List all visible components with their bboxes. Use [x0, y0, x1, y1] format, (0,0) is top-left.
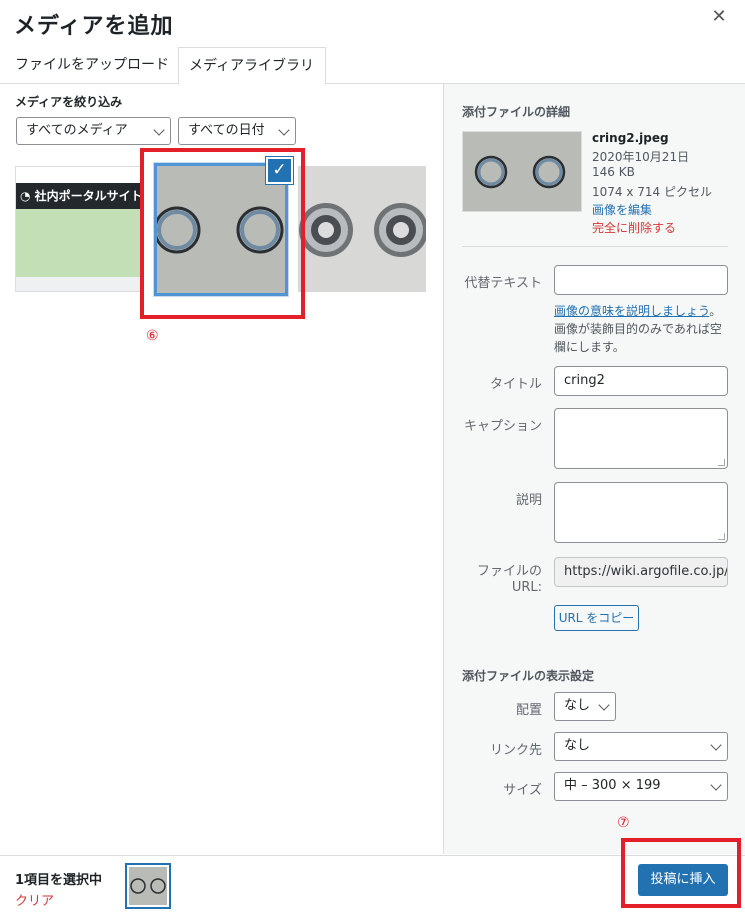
media-type-select-value: すべてのメディア: [26, 123, 128, 138]
title-label: タイトル: [489, 377, 542, 392]
delete-permanently-link[interactable]: 完全に削除する: [592, 219, 676, 236]
attachment-thumbnail-bearings[interactable]: [298, 166, 426, 292]
file-url-label: ファイルの URL:: [462, 564, 542, 596]
size-label: サイズ: [503, 783, 542, 798]
file-url-label-line1: ファイルの: [476, 564, 542, 579]
resize-grip-icon[interactable]: [718, 533, 725, 540]
mini-rings-image: [129, 867, 167, 905]
tab-bar: ファイルをアップロード メディアライブラリ: [0, 47, 745, 85]
close-icon[interactable]: ✕: [708, 6, 730, 28]
title-input[interactable]: cring2: [554, 366, 728, 396]
alt-text-input[interactable]: [554, 265, 728, 295]
chevron-down-icon: [153, 124, 165, 136]
alt-text-help-link[interactable]: 画像の意味を説明しましょう: [554, 304, 709, 318]
tab-media-library[interactable]: メディアライブラリ: [178, 47, 326, 85]
annotation-number-7: ⑦: [617, 815, 630, 831]
portal-screenshot-content: [16, 209, 141, 277]
size-select[interactable]: 中 – 300 × 199: [554, 772, 728, 801]
description-textarea[interactable]: [554, 482, 728, 543]
selected-mini-thumbnail[interactable]: [125, 863, 171, 909]
file-url-field[interactable]: https://wiki.argofile.co.jp/w: [554, 557, 728, 587]
alt-text-help: 画像の意味を説明しましょう。 画像が装飾目的のみであれば空 欄にします。: [554, 302, 722, 356]
display-settings-heading: 添付ファイルの表示設定: [462, 669, 595, 683]
copy-url-button[interactable]: URL をコピー: [554, 605, 639, 631]
link-to-select[interactable]: なし: [554, 732, 728, 761]
alt-text-label: 代替テキスト: [464, 276, 542, 291]
details-rings-image: [463, 132, 581, 211]
upload-date: 2020年10月21日: [592, 150, 690, 164]
align-label: 配置: [515, 703, 542, 718]
tab-upload-files[interactable]: ファイルをアップロード: [5, 47, 179, 84]
file-name: cring2.jpeg: [592, 131, 669, 145]
clear-selection-link[interactable]: クリア: [15, 890, 54, 909]
align-select-value: なし: [564, 698, 591, 713]
date-select[interactable]: すべての日付: [178, 117, 296, 145]
annotation-box-select: [140, 148, 305, 319]
chevron-down-icon: [710, 779, 722, 791]
file-size: 146 KB: [592, 165, 635, 179]
alt-text-help-line1: 画像が装飾目的のみであれば空: [554, 322, 722, 336]
date-select-value: すべての日付: [188, 123, 265, 138]
chevron-down-icon: [278, 124, 290, 136]
description-label: 説明: [515, 493, 542, 508]
insert-into-post-button[interactable]: 投稿に挿入: [638, 864, 728, 896]
attachment-thumbnail-portal[interactable]: ◔ 社内ポータルサイト: [15, 166, 142, 292]
link-to-label: リンク先: [489, 743, 542, 758]
details-thumbnail: [462, 131, 582, 212]
resize-grip-icon[interactable]: [718, 459, 725, 466]
caption-label: キャプション: [463, 419, 542, 434]
selection-count: 1項目を選択中: [15, 873, 103, 888]
alt-text-help-line2: 欄にします。: [554, 340, 625, 354]
caption-textarea[interactable]: [554, 408, 728, 469]
edit-image-link[interactable]: 画像を編集: [592, 201, 652, 218]
alt-text-help-link-tail: 。: [709, 304, 722, 318]
align-select[interactable]: なし: [554, 692, 616, 721]
annotation-number-6: ⑥: [146, 328, 159, 344]
media-type-select[interactable]: すべてのメディア: [16, 117, 171, 145]
details-divider: [462, 246, 728, 247]
details-heading: 添付ファイルの詳細: [462, 105, 571, 119]
portal-screenshot-footer: [16, 277, 141, 291]
size-select-value: 中 – 300 × 199: [564, 778, 661, 793]
link-to-select-value: なし: [564, 738, 591, 753]
file-url-label-line2: URL:: [511, 580, 542, 595]
chevron-down-icon: [598, 699, 610, 711]
chevron-down-icon: [710, 739, 722, 751]
modal-title: メディアを追加: [14, 14, 174, 39]
bearings-image: [298, 166, 426, 292]
portal-screenshot-bar: ◔ 社内ポータルサイト: [16, 183, 141, 209]
image-dimensions: 1074 x 714 ピクセル: [592, 185, 712, 199]
filter-label: メディアを絞り込み: [15, 95, 123, 109]
